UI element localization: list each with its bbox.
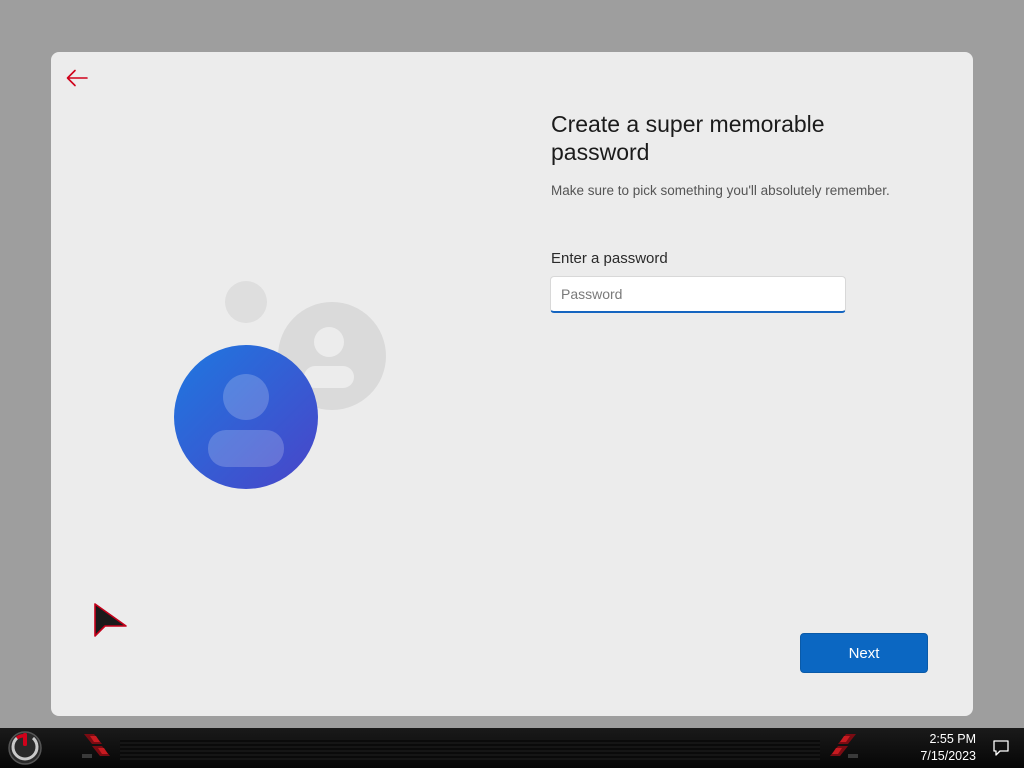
page-title: Create a super memorable password [551,111,825,165]
password-label: Enter a password [551,250,668,267]
power-ring-icon[interactable] [6,730,44,766]
red-stripes-decoration [82,734,110,758]
next-button[interactable]: Next [800,633,928,673]
speech-bubble-icon[interactable] [992,739,1010,757]
back-button[interactable] [65,66,89,90]
clock-time: 2:55 PM [929,732,976,746]
taskbar: 2:55 PM 7/15/2023 [0,728,1024,768]
setup-dialog: Create a super memorable password Make s… [51,52,973,716]
system-clock[interactable]: 2:55 PM 7/15/2023 [920,731,976,765]
small-circle-decoration [225,281,267,323]
password-input[interactable] [550,276,846,313]
page-subtitle: Make sure to pick something you'll absol… [551,183,890,198]
taskbar-decoration [120,738,820,760]
arrow-left-icon [66,69,88,87]
clock-date: 7/15/2023 [920,749,976,763]
red-stripes-decoration [830,734,858,758]
mouse-pointer-icon [94,603,127,637]
user-accounts-illustration [174,281,386,489]
